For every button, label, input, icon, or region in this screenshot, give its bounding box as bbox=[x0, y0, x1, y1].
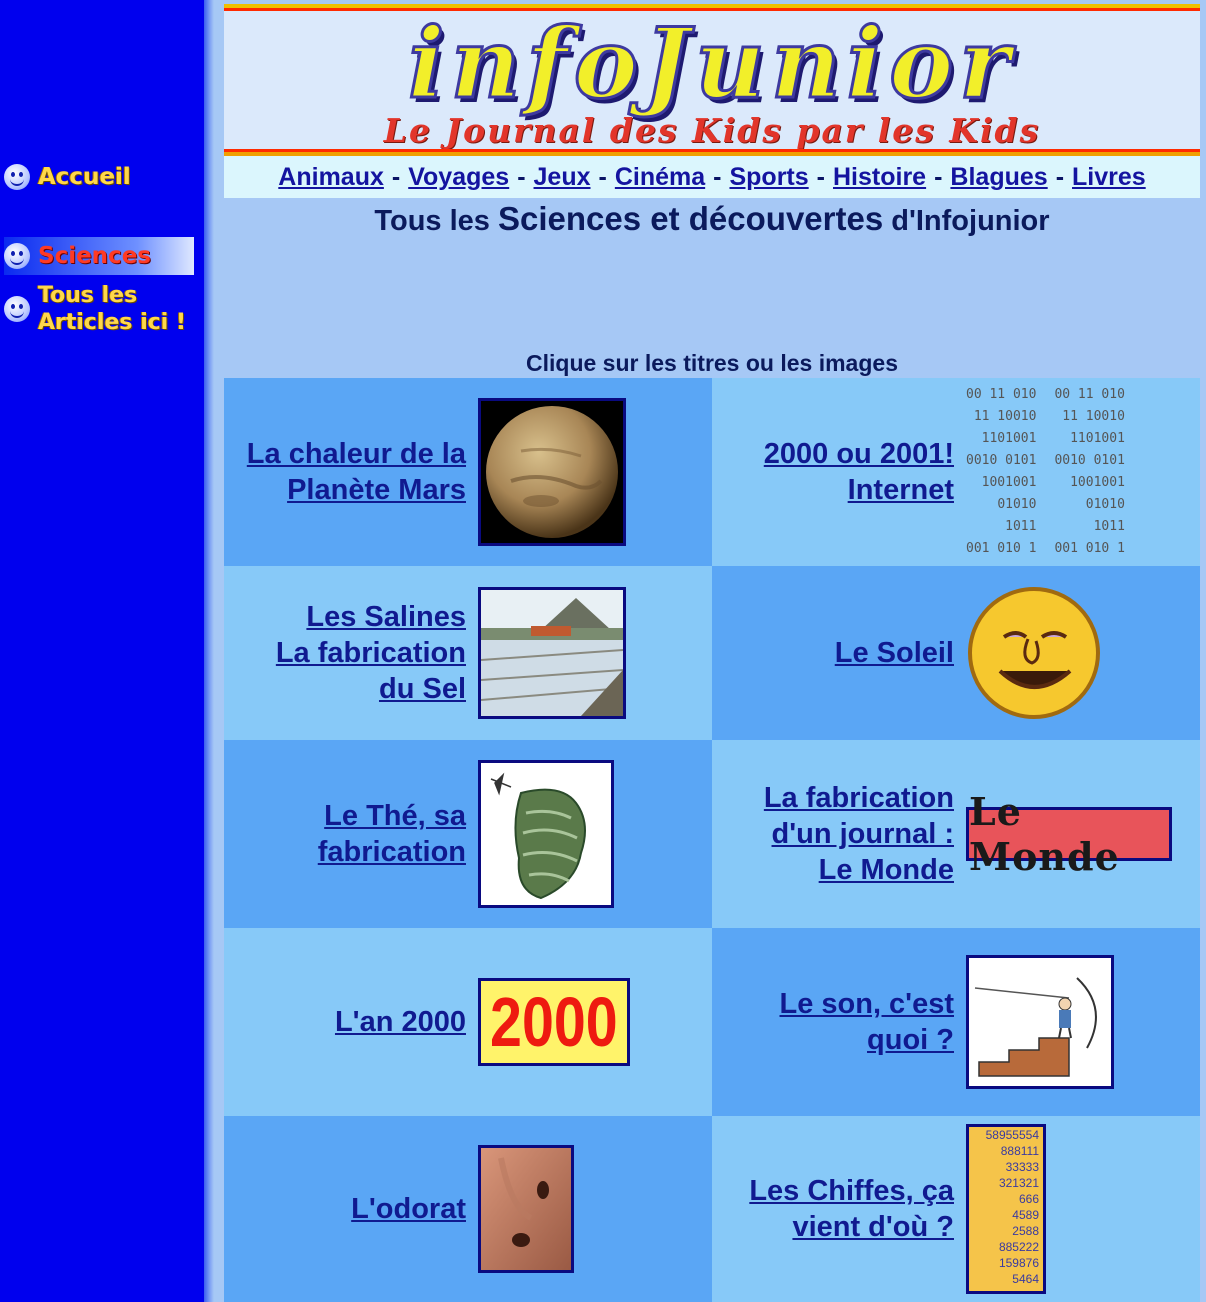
page-title-prefix: Tous les bbox=[374, 205, 490, 237]
article-cell: Le son, c'est quoi ? bbox=[712, 928, 1200, 1116]
sun-face-image[interactable] bbox=[966, 585, 1102, 721]
numbers-column-image[interactable]: 58955554 888111 33333 321321 666 4589 25… bbox=[966, 1124, 1046, 1294]
sidebar-item-label: Sciences bbox=[38, 243, 151, 269]
nav-separator: - bbox=[517, 163, 526, 191]
tea-plantation-map-image[interactable] bbox=[478, 760, 614, 908]
mars-planet-image[interactable] bbox=[478, 398, 626, 546]
nav-link-livres[interactable]: Livres bbox=[1072, 163, 1146, 191]
instruction-text: Clique sur les titres ou les images bbox=[526, 350, 898, 376]
sidebar-label-line: Articles ici ! bbox=[38, 310, 187, 335]
nav-link-blagues[interactable]: Blagues bbox=[950, 163, 1047, 191]
article-link-the[interactable]: Le Thé, sa fabrication bbox=[226, 798, 466, 870]
nav-link-animaux[interactable]: Animaux bbox=[278, 163, 384, 191]
articles-grid: La chaleur de la Planète Mars 2000 ou 200… bbox=[224, 378, 1200, 1302]
le-monde-logo-image[interactable]: Le Monde bbox=[966, 789, 1172, 879]
binary-digits-image[interactable]: 00 11 010 11 10010 1101001 0010 0101 100100… bbox=[966, 384, 1146, 560]
category-nav: Animaux - Voyages - Jeux - Cinéma - Sports - Histo… bbox=[224, 156, 1200, 198]
article-cell: Le Soleil bbox=[712, 566, 1200, 740]
article-link-chiffres[interactable]: Les Chiffes, ça vient d'où ? bbox=[714, 1173, 954, 1245]
sidebar-item-label: Accueil bbox=[38, 164, 131, 190]
article-link-an-2000[interactable]: L'an 2000 bbox=[226, 1004, 466, 1040]
article-cell: 2000 ou 2001! Internet 00 11 010 11 10010 1… bbox=[712, 378, 1200, 566]
smiley-icon bbox=[4, 243, 30, 269]
page-title-suffix: d'Infojunior bbox=[891, 205, 1050, 237]
nav-separator: - bbox=[598, 163, 607, 191]
nav-link-voyages[interactable]: Voyages bbox=[408, 163, 509, 191]
article-link-le-monde[interactable]: La fabrication d'un journal : Le Monde bbox=[714, 780, 954, 888]
article-cell: Les Chiffes, ça vient d'où ? 58955554 888… bbox=[712, 1116, 1200, 1302]
site-banner[interactable]: infoJunior Le Journal des Kids par les K… bbox=[224, 4, 1200, 156]
sidebar-gradient-edge bbox=[204, 0, 214, 1302]
article-link-mars[interactable]: La chaleur de la Planète Mars bbox=[226, 436, 466, 508]
article-link-odorat[interactable]: L'odorat bbox=[226, 1191, 466, 1227]
site-logo: infoJunior bbox=[407, 7, 1016, 120]
nav-separator: - bbox=[1055, 163, 1065, 191]
nose-photo-image[interactable] bbox=[478, 1145, 574, 1273]
article-cell: L'an 2000 2000 bbox=[224, 928, 712, 1116]
article-cell: La fabrication d'un journal : Le Monde Le … bbox=[712, 740, 1200, 928]
page-title-main: Sciences et découvertes bbox=[497, 200, 884, 237]
nav-separator: - bbox=[391, 163, 401, 191]
nav-link-histoire[interactable]: Histoire bbox=[833, 163, 926, 191]
year-2000-image[interactable]: 2000 bbox=[478, 978, 630, 1066]
article-cell: Les Salines La fabrication du Sel bbox=[224, 566, 712, 740]
article-link-soleil[interactable]: Le Soleil bbox=[714, 635, 954, 671]
article-cell: L'odorat bbox=[224, 1116, 712, 1302]
smiley-icon bbox=[4, 164, 30, 190]
page-title: Tous les Sciences et découvertes d'Infoj… bbox=[224, 198, 1200, 242]
sidebar-item-label: Tous les Articles ici ! bbox=[38, 282, 186, 336]
sidebar: Accueil Sciences Tous les Articles ici ! bbox=[0, 0, 204, 1302]
banner-stripe bbox=[224, 149, 1200, 152]
smiley-icon bbox=[4, 296, 30, 322]
sidebar-item-sciences[interactable]: Sciences bbox=[4, 237, 194, 275]
site-tagline: Le Journal des Kids par les Kids bbox=[383, 111, 1041, 150]
article-cell: Le Thé, sa fabrication bbox=[224, 740, 712, 928]
article-link-internet[interactable]: 2000 ou 2001! Internet bbox=[714, 436, 954, 508]
sound-drawing-image[interactable] bbox=[966, 955, 1114, 1089]
sidebar-label-line: Tous les bbox=[38, 283, 138, 308]
article-cell: La chaleur de la Planète Mars bbox=[224, 378, 712, 566]
sidebar-item-tous-les-articles[interactable]: Tous les Articles ici ! bbox=[4, 282, 186, 336]
sidebar-item-accueil[interactable]: Accueil bbox=[4, 163, 131, 191]
nav-separator: - bbox=[713, 163, 722, 191]
article-link-salines[interactable]: Les Salines La fabrication du Sel bbox=[226, 599, 466, 707]
nav-separator: - bbox=[816, 163, 825, 191]
nav-link-sports[interactable]: Sports bbox=[729, 163, 808, 191]
salt-pans-image[interactable] bbox=[478, 587, 626, 719]
nav-link-cinema[interactable]: Cinéma bbox=[615, 163, 705, 191]
nav-link-jeux[interactable]: Jeux bbox=[534, 163, 591, 191]
article-link-son[interactable]: Le son, c'est quoi ? bbox=[714, 986, 954, 1058]
nav-separator: - bbox=[934, 163, 943, 191]
